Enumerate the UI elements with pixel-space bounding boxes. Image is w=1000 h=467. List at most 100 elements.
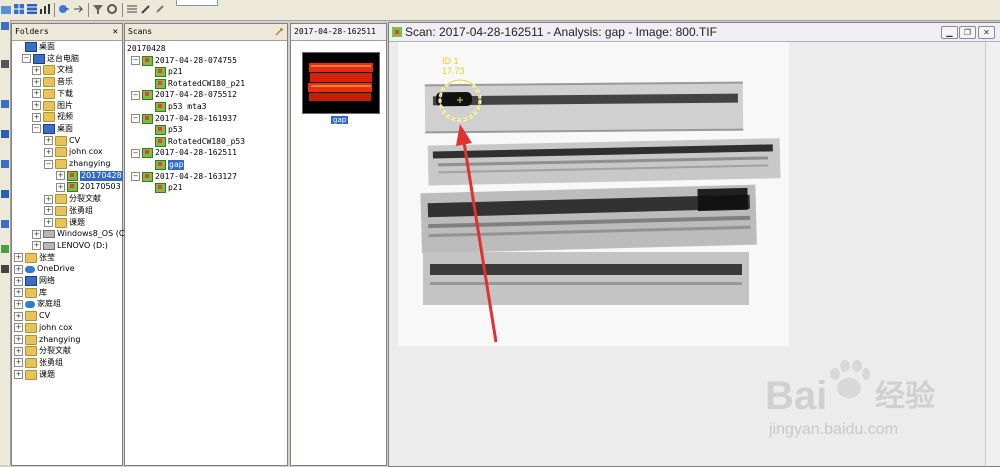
folder-tree-item[interactable]: + 网络 [14,276,55,287]
folder-tree-item[interactable]: + CV [14,311,50,322]
folder-tree-item[interactable]: − 这台电脑 [22,53,79,65]
expand-toggle-icon[interactable]: + [32,229,41,239]
folder-tree-item[interactable]: − 桌面 [32,123,73,135]
tool-icon[interactable] [1,22,9,30]
export-icon[interactable] [58,3,70,15]
expand-toggle-icon[interactable]: + [14,358,23,368]
analysis-tree-item[interactable]: RotatedCW180_p21 [155,78,245,90]
toolbar-dropdown[interactable] [176,0,218,6]
tool-icon[interactable] [1,160,9,168]
expand-toggle-icon[interactable]: + [14,311,23,321]
folder-tree-item[interactable]: + 张勇组 [14,357,63,369]
folder-tree-item[interactable]: + LENOVO (D:) [32,241,108,252]
expand-toggle-icon[interactable]: + [32,89,41,99]
scan-tree-item[interactable]: − 2017-04-28-162511 [131,148,237,159]
expand-toggle-icon[interactable]: + [14,370,23,380]
tool-icon[interactable] [1,190,9,198]
expand-toggle-icon[interactable]: − [131,148,140,158]
folder-tree-item[interactable]: + john cox [44,147,103,158]
grid-icon[interactable] [13,3,25,15]
tool-icon[interactable] [1,220,9,228]
expand-toggle-icon[interactable]: + [32,101,41,110]
chart-icon[interactable] [39,3,51,15]
tool-icon[interactable] [1,130,9,138]
folder-tree-item[interactable]: + 张勇组 [44,205,93,217]
analysis-thumbnail[interactable] [302,52,380,114]
expand-toggle-icon[interactable]: + [44,136,53,146]
scan-group-item[interactable]: 20170428 [127,44,166,55]
settings-icon[interactable] [106,3,118,15]
minimize-button[interactable]: ▁ [941,26,958,39]
expand-toggle-icon[interactable]: + [32,241,41,251]
expand-toggle-icon[interactable]: + [44,218,53,227]
expand-toggle-icon[interactable]: + [14,288,23,298]
scan-tree-item[interactable]: − 2017-04-28-161937 [131,113,237,125]
expand-toggle-icon[interactable]: + [14,264,23,274]
scan-tree-item[interactable]: − 2017-04-28-163127 [131,171,237,183]
folder-tree-item[interactable]: +桌面 [14,42,55,53]
analysis-tree-item[interactable]: p53 [155,125,182,136]
filter-icon[interactable] [92,3,104,15]
folder-tree-item[interactable]: + 下载 [32,88,73,100]
expand-toggle-icon[interactable]: + [32,65,41,75]
expand-toggle-icon[interactable]: − [32,124,41,134]
folder-tree-item[interactable]: + 家庭组 [14,299,61,310]
expand-toggle-icon[interactable]: + [44,147,53,157]
tool-icon[interactable] [1,265,9,273]
folder-tree-item[interactable]: + 音乐 [32,77,73,88]
restore-button[interactable]: ❐ [959,26,976,39]
analysis-tree-item[interactable]: gap [155,160,185,171]
folder-tree-item[interactable]: + CV [44,135,80,147]
scan-tree-item[interactable]: − 2017-04-28-074755 [131,55,237,67]
expand-toggle-icon[interactable]: + [14,253,23,263]
folder-tree-item[interactable]: + 视频 [32,112,73,123]
folder-tree-item[interactable]: + 课题 [44,217,85,229]
expand-toggle-icon[interactable]: − [22,54,31,64]
folder-tree-item[interactable]: + 图片 [32,100,73,112]
analysis-tree-item[interactable]: p21 [155,67,182,78]
expand-toggle-icon[interactable]: + [14,276,23,286]
folder-tree-item[interactable]: + 分裂文献 [14,346,71,357]
close-icon[interactable]: ✕ [113,24,118,40]
expand-toggle-icon[interactable]: + [56,171,65,181]
list-icon[interactable] [126,3,138,15]
tool-icon[interactable] [1,245,9,253]
folder-tree-item[interactable]: + 文档 [32,65,73,76]
close-button[interactable]: ✕ [978,26,995,39]
expand-toggle-icon[interactable]: − [131,90,140,100]
tool-icon[interactable] [1,100,9,108]
folder-tree-item[interactable]: + 课题 [14,369,55,381]
scan-tree-item[interactable]: − 2017-04-28-075512 [131,90,237,101]
folder-icon[interactable] [0,3,12,15]
analysis-tree-item[interactable]: p21 [155,183,182,194]
expand-toggle-icon[interactable]: + [32,112,41,122]
analysis-tree-item[interactable]: RotatedCW180_p53 [155,136,245,148]
expand-toggle-icon[interactable]: + [44,206,53,216]
folder-tree-item[interactable]: + john cox [14,322,73,334]
folder-tree-item[interactable]: + 张莹 [14,252,55,264]
folder-tree-item[interactable]: − zhangying [44,159,110,170]
expand-toggle-icon[interactable]: − [131,114,140,124]
wand-icon[interactable] [140,3,152,15]
expand-toggle-icon[interactable]: − [131,56,140,66]
folder-tree-item[interactable]: + zhangying [14,334,80,346]
expand-toggle-icon[interactable]: + [14,323,23,333]
gel-image[interactable]: ID 1 17.73 [398,42,789,346]
expand-toggle-icon[interactable]: + [14,299,23,309]
folder-tree-item[interactable]: +20170428 [56,170,123,182]
expand-toggle-icon[interactable]: + [14,335,23,344]
thumbnail-label[interactable]: gap [331,116,349,124]
folder-tree-item[interactable]: + 库 [14,287,47,299]
tool-icon[interactable] [1,60,9,68]
refresh-icon[interactable] [274,27,284,37]
folder-tree-item[interactable]: +20170503 [56,182,121,193]
folder-tree-item[interactable]: + 分裂文献 [44,194,101,205]
expand-toggle-icon[interactable]: + [44,194,53,204]
brush-icon[interactable] [154,3,166,15]
expand-toggle-icon[interactable]: − [131,172,140,182]
expand-toggle-icon[interactable]: + [56,182,65,192]
folder-tree-item[interactable]: + OneDrive [14,264,75,275]
folder-tree-item[interactable]: + Windows8_OS (C: [32,229,127,240]
expand-toggle-icon[interactable]: + [32,77,41,87]
expand-toggle-icon[interactable]: − [44,159,53,169]
